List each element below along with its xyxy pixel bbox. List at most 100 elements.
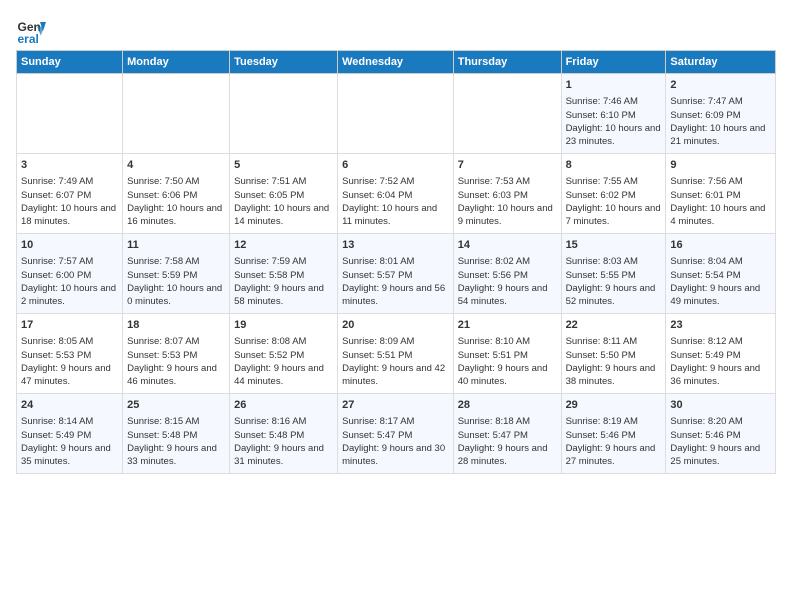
day-cell: 23Sunrise: 8:12 AMSunset: 5:49 PMDayligh… [666, 314, 776, 394]
day-info: Sunrise: 8:02 AM [458, 255, 557, 268]
day-info: Sunset: 5:58 PM [234, 269, 333, 282]
day-info: Sunset: 5:49 PM [21, 429, 118, 442]
day-cell: 28Sunrise: 8:18 AMSunset: 5:47 PMDayligh… [453, 394, 561, 474]
day-info: Sunset: 6:01 PM [670, 189, 771, 202]
day-info: Sunrise: 7:57 AM [21, 255, 118, 268]
day-cell: 22Sunrise: 8:11 AMSunset: 5:50 PMDayligh… [561, 314, 666, 394]
day-cell [123, 74, 230, 154]
day-number: 4 [127, 158, 225, 173]
day-info: Sunset: 5:55 PM [566, 269, 662, 282]
logo-icon: Gen eral [16, 16, 46, 46]
day-info: Sunrise: 7:53 AM [458, 175, 557, 188]
header-tuesday: Tuesday [230, 51, 338, 74]
day-info: Sunrise: 8:18 AM [458, 415, 557, 428]
day-cell: 20Sunrise: 8:09 AMSunset: 5:51 PMDayligh… [338, 314, 454, 394]
day-info: Daylight: 9 hours and 35 minutes. [21, 442, 118, 469]
day-number: 1 [566, 78, 662, 93]
day-info: Daylight: 9 hours and 47 minutes. [21, 362, 118, 389]
day-info: Sunrise: 8:05 AM [21, 335, 118, 348]
day-number: 24 [21, 398, 118, 413]
day-info: Daylight: 10 hours and 4 minutes. [670, 202, 771, 229]
day-info: Daylight: 9 hours and 25 minutes. [670, 442, 771, 469]
calendar-header-row: SundayMondayTuesdayWednesdayThursdayFrid… [17, 51, 776, 74]
day-info: Daylight: 9 hours and 52 minutes. [566, 282, 662, 309]
day-number: 28 [458, 398, 557, 413]
day-info: Sunset: 6:09 PM [670, 109, 771, 122]
day-number: 29 [566, 398, 662, 413]
day-cell: 2Sunrise: 7:47 AMSunset: 6:09 PMDaylight… [666, 74, 776, 154]
day-info: Sunrise: 8:20 AM [670, 415, 771, 428]
svg-text:eral: eral [18, 32, 39, 46]
day-info: Daylight: 10 hours and 14 minutes. [234, 202, 333, 229]
day-info: Sunset: 5:53 PM [21, 349, 118, 362]
day-info: Sunrise: 8:04 AM [670, 255, 771, 268]
day-number: 21 [458, 318, 557, 333]
day-info: Daylight: 9 hours and 38 minutes. [566, 362, 662, 389]
day-info: Sunset: 5:49 PM [670, 349, 771, 362]
day-info: Daylight: 10 hours and 9 minutes. [458, 202, 557, 229]
day-info: Sunset: 6:05 PM [234, 189, 333, 202]
day-info: Sunset: 5:59 PM [127, 269, 225, 282]
header-saturday: Saturday [666, 51, 776, 74]
day-info: Sunrise: 8:14 AM [21, 415, 118, 428]
day-cell [453, 74, 561, 154]
day-number: 9 [670, 158, 771, 173]
day-info: Sunrise: 8:15 AM [127, 415, 225, 428]
day-info: Sunrise: 8:01 AM [342, 255, 449, 268]
day-number: 5 [234, 158, 333, 173]
day-number: 22 [566, 318, 662, 333]
day-number: 20 [342, 318, 449, 333]
week-row-2: 3Sunrise: 7:49 AMSunset: 6:07 PMDaylight… [17, 154, 776, 234]
day-cell: 11Sunrise: 7:58 AMSunset: 5:59 PMDayligh… [123, 234, 230, 314]
day-info: Sunset: 5:46 PM [670, 429, 771, 442]
day-info: Daylight: 9 hours and 56 minutes. [342, 282, 449, 309]
day-cell: 18Sunrise: 8:07 AMSunset: 5:53 PMDayligh… [123, 314, 230, 394]
day-number: 3 [21, 158, 118, 173]
day-info: Sunrise: 8:09 AM [342, 335, 449, 348]
day-info: Daylight: 9 hours and 49 minutes. [670, 282, 771, 309]
day-cell: 15Sunrise: 8:03 AMSunset: 5:55 PMDayligh… [561, 234, 666, 314]
day-cell: 21Sunrise: 8:10 AMSunset: 5:51 PMDayligh… [453, 314, 561, 394]
day-info: Sunset: 6:06 PM [127, 189, 225, 202]
day-info: Daylight: 9 hours and 28 minutes. [458, 442, 557, 469]
day-number: 25 [127, 398, 225, 413]
day-info: Sunset: 5:57 PM [342, 269, 449, 282]
day-info: Daylight: 10 hours and 0 minutes. [127, 282, 225, 309]
day-info: Sunset: 5:47 PM [342, 429, 449, 442]
day-info: Sunrise: 8:19 AM [566, 415, 662, 428]
day-number: 17 [21, 318, 118, 333]
day-info: Sunrise: 7:49 AM [21, 175, 118, 188]
calendar-table: SundayMondayTuesdayWednesdayThursdayFrid… [16, 50, 776, 474]
day-info: Daylight: 9 hours and 40 minutes. [458, 362, 557, 389]
day-number: 30 [670, 398, 771, 413]
day-number: 16 [670, 238, 771, 253]
header-friday: Friday [561, 51, 666, 74]
day-number: 11 [127, 238, 225, 253]
logo: Gen eral [16, 16, 50, 46]
day-cell [17, 74, 123, 154]
day-cell: 1Sunrise: 7:46 AMSunset: 6:10 PMDaylight… [561, 74, 666, 154]
day-info: Sunrise: 7:46 AM [566, 95, 662, 108]
day-info: Sunrise: 8:16 AM [234, 415, 333, 428]
day-info: Daylight: 9 hours and 27 minutes. [566, 442, 662, 469]
day-info: Sunrise: 8:03 AM [566, 255, 662, 268]
day-info: Sunrise: 7:52 AM [342, 175, 449, 188]
day-info: Sunrise: 7:56 AM [670, 175, 771, 188]
day-cell: 4Sunrise: 7:50 AMSunset: 6:06 PMDaylight… [123, 154, 230, 234]
day-number: 14 [458, 238, 557, 253]
day-info: Sunrise: 8:17 AM [342, 415, 449, 428]
day-number: 7 [458, 158, 557, 173]
day-info: Sunset: 5:46 PM [566, 429, 662, 442]
day-cell: 12Sunrise: 7:59 AMSunset: 5:58 PMDayligh… [230, 234, 338, 314]
day-info: Sunrise: 7:55 AM [566, 175, 662, 188]
day-info: Daylight: 9 hours and 44 minutes. [234, 362, 333, 389]
day-cell: 3Sunrise: 7:49 AMSunset: 6:07 PMDaylight… [17, 154, 123, 234]
day-info: Sunset: 5:48 PM [127, 429, 225, 442]
day-number: 27 [342, 398, 449, 413]
day-info: Sunset: 5:54 PM [670, 269, 771, 282]
header-sunday: Sunday [17, 51, 123, 74]
day-info: Sunrise: 8:12 AM [670, 335, 771, 348]
day-cell: 16 Sunrise: 8:04 AMSunset: 5:54 PMDayligh… [666, 234, 776, 314]
day-info: Daylight: 9 hours and 54 minutes. [458, 282, 557, 309]
day-info: Daylight: 9 hours and 33 minutes. [127, 442, 225, 469]
